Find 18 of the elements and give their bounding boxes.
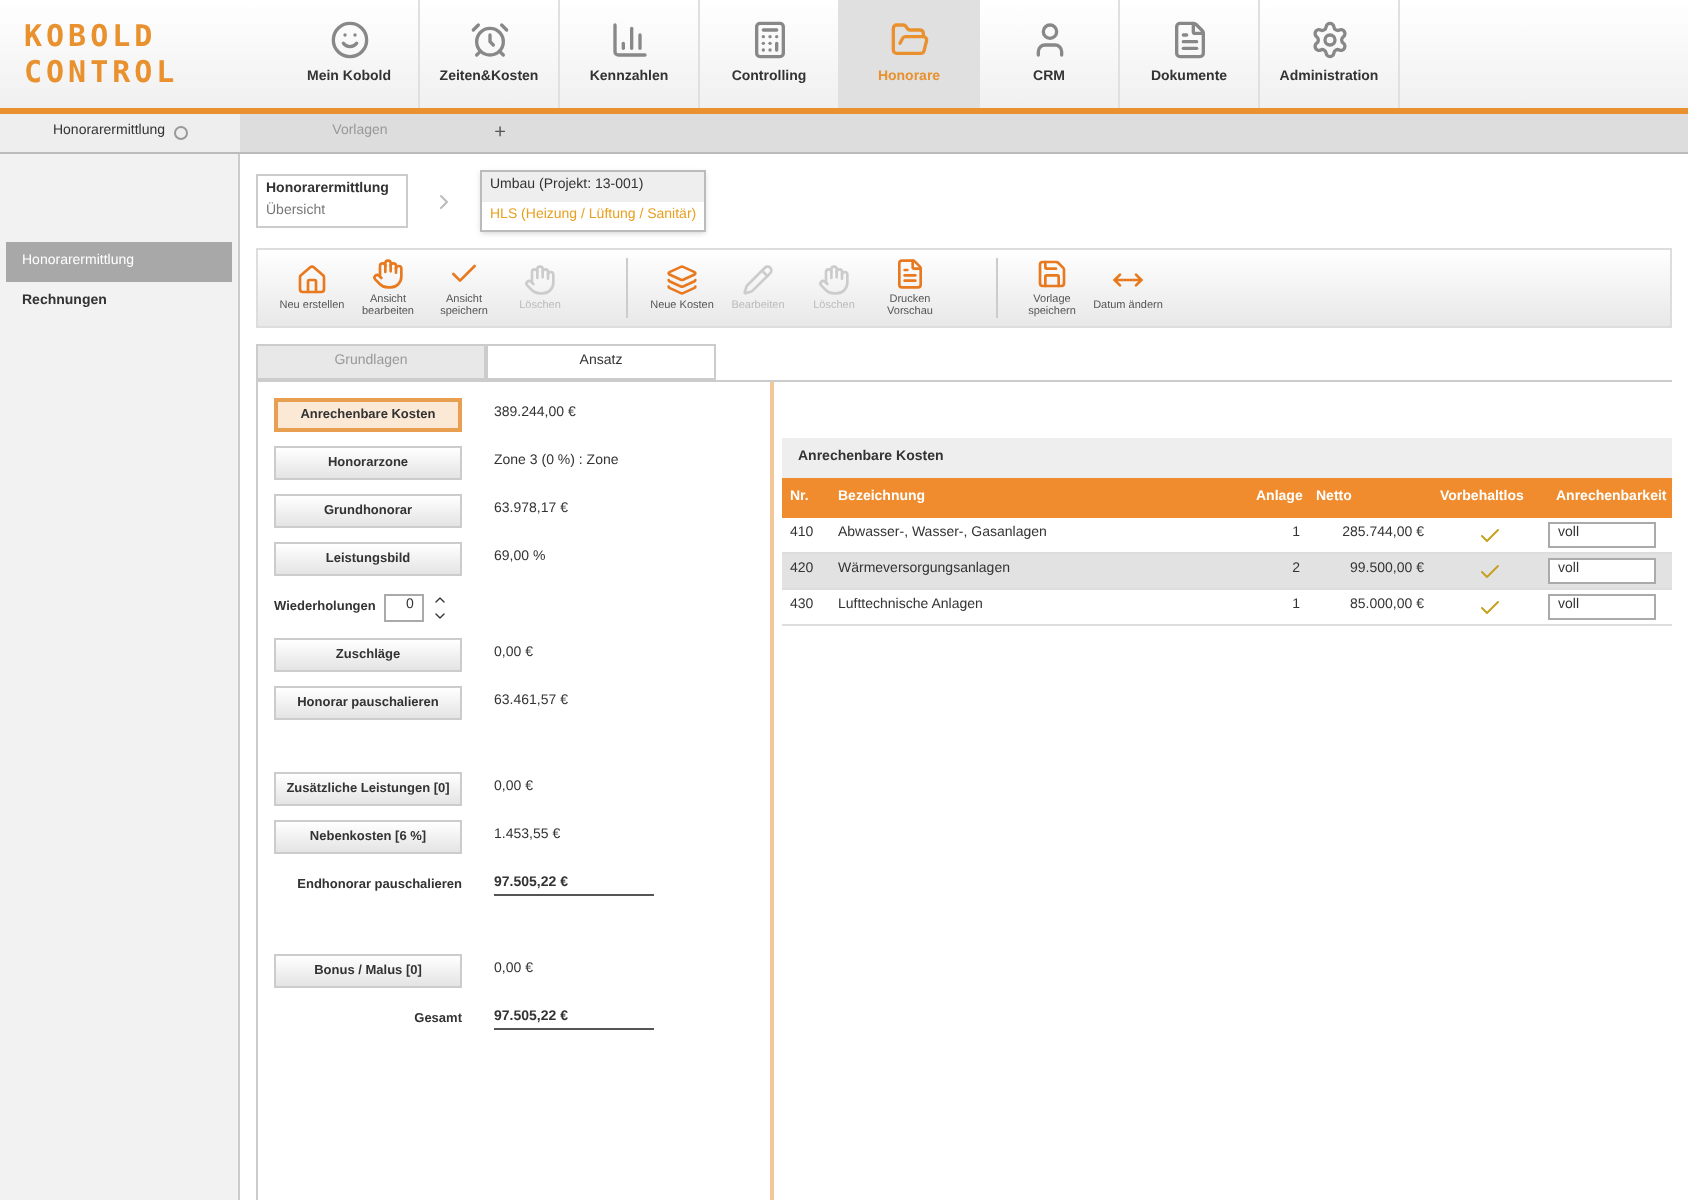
alarm-clock-icon <box>469 19 509 60</box>
smiley-icon <box>329 19 369 60</box>
document-icon <box>894 258 926 290</box>
calculator-icon <box>749 19 789 60</box>
folder-icon <box>889 19 929 60</box>
pencil-icon <box>742 264 774 296</box>
hand-icon <box>524 264 556 296</box>
chart-icon <box>609 19 649 60</box>
logo-text: CONTROL <box>24 54 181 90</box>
logo-text: KOBOLD <box>24 18 159 54</box>
add-tab-button[interactable]: + <box>480 114 520 152</box>
house-icon <box>296 264 328 296</box>
hand-icon <box>818 264 850 296</box>
stack-icon <box>666 264 698 296</box>
settings-icon <box>1309 19 1349 60</box>
save-icon <box>1036 258 1068 290</box>
hand-icon <box>372 258 404 290</box>
document-icon <box>1169 19 1209 60</box>
